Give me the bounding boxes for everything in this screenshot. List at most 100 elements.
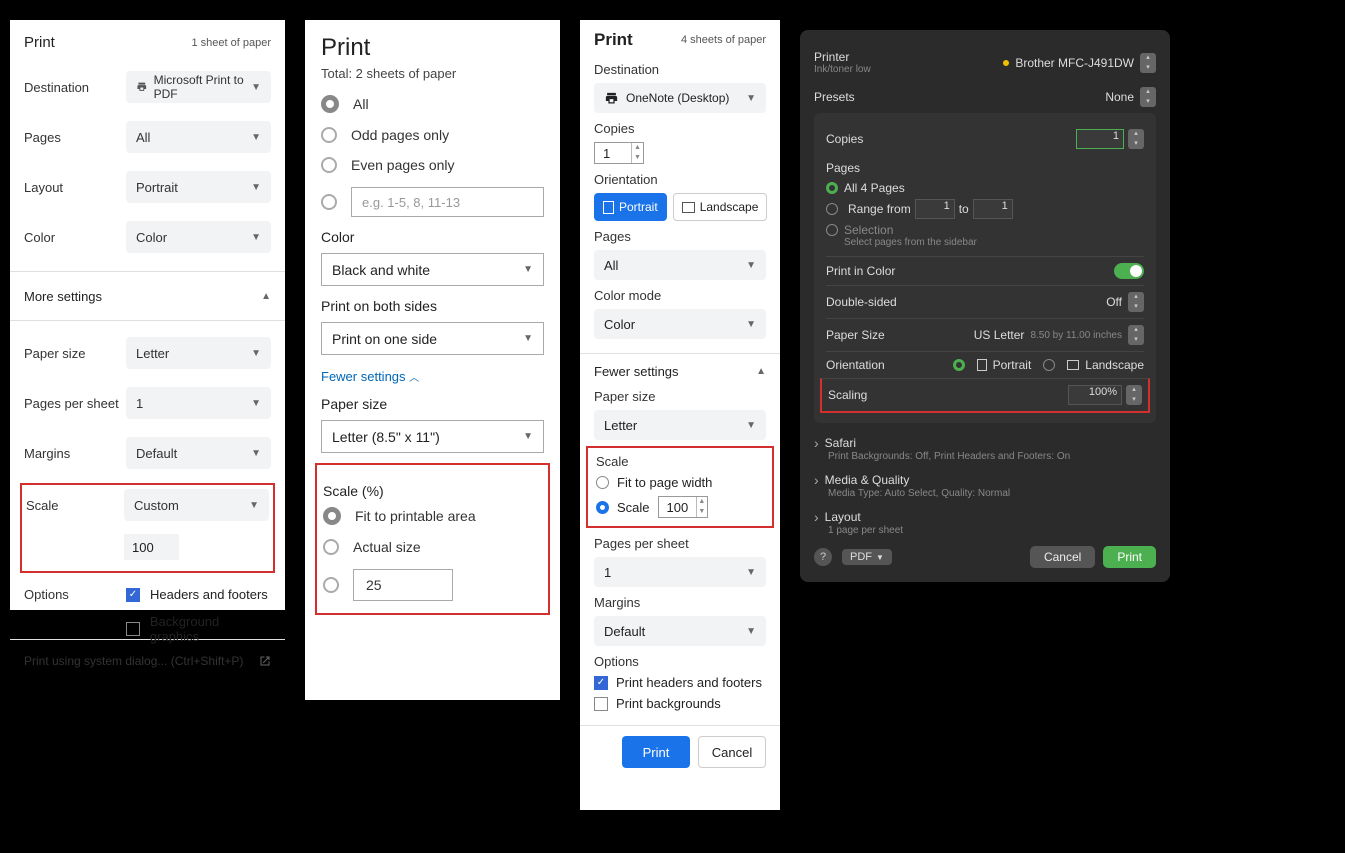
checkbox-checked-icon: ✓ [594, 676, 608, 690]
papersize-stepper[interactable]: ▴▾ [1128, 325, 1144, 345]
printer-stepper[interactable]: ▴▾ [1140, 53, 1156, 73]
print-title: Print [594, 30, 633, 50]
checkbox-checked-icon: ✓ [126, 588, 140, 602]
paper-size-dropdown[interactable]: Letter [126, 337, 271, 369]
pages-dropdown[interactable]: All [594, 250, 766, 280]
stepper-icon[interactable]: ▲▼ [631, 143, 643, 163]
pages-all-radio[interactable]: All 4 Pages [826, 181, 1144, 195]
print-button[interactable]: Print [622, 736, 690, 768]
stepper-icon[interactable]: ▲▼ [696, 497, 706, 517]
cancel-button[interactable]: Cancel [1030, 546, 1095, 568]
scale-actual-radio[interactable]: Actual size [323, 539, 542, 555]
fewer-settings-link[interactable]: Fewer settings ︿ [321, 369, 544, 384]
print-title: Print [321, 34, 544, 62]
pages-custom-radio[interactable]: e.g. 1-5, 8, 11-13 [321, 187, 544, 217]
pages-range-radio[interactable]: Range from 1 to 1 [826, 199, 1144, 219]
firefox-print-panel: Print 4 sheets of paper Destination OneN… [580, 20, 780, 810]
pages-odd-radio[interactable]: Odd pages only [321, 127, 544, 143]
presets-stepper[interactable]: ▴▾ [1140, 87, 1156, 107]
landscape-icon [682, 202, 695, 213]
color-toggle[interactable] [1114, 263, 1144, 279]
destination-dropdown[interactable]: Microsoft Print to PDF [126, 71, 271, 103]
pps-dropdown[interactable]: 1 [126, 387, 271, 419]
chevron-down-icon [251, 82, 261, 93]
chrome-print-panel: Print 1 sheet of paper Destination Micro… [10, 20, 285, 610]
bothsides-label: Print on both sides [321, 298, 544, 314]
copies-input[interactable]: 1 ▲▼ [594, 142, 644, 164]
pages-even-radio[interactable]: Even pages only [321, 157, 544, 173]
pdf-dropdown[interactable]: PDF▼ [842, 549, 892, 565]
scale-input[interactable]: 100 ▲▼ [658, 496, 708, 518]
print-button[interactable]: Print [1103, 546, 1156, 568]
chevron-down-icon [251, 348, 261, 359]
background-graphics-checkbox[interactable]: Background graphics [126, 614, 271, 644]
copies-label: Copies [594, 121, 766, 136]
pages-dropdown[interactable]: All [126, 121, 271, 153]
pps-dropdown[interactable]: 1 [594, 557, 766, 587]
printer-label: Printer [814, 50, 871, 64]
paper-size-label: Paper size [594, 389, 766, 404]
scale-input[interactable]: 100 [124, 534, 179, 560]
chevron-down-icon [251, 132, 261, 143]
scale-fit-radio[interactable]: Fit to printable area [323, 507, 542, 525]
scale-custom-radio[interactable]: Scale 100 ▲▼ [596, 496, 764, 518]
radio-icon [826, 203, 838, 215]
layout-dropdown[interactable]: Portrait [126, 171, 271, 203]
portrait-button[interactable]: Portrait [594, 193, 667, 221]
radio-icon [321, 157, 337, 173]
status-dot-icon [1003, 60, 1009, 66]
headers-footers-checkbox[interactable]: ✓ Headers and footers [126, 587, 271, 602]
margins-dropdown[interactable]: Default [594, 616, 766, 646]
scale-custom-radio[interactable]: 25 [323, 569, 542, 601]
landscape-icon [1067, 360, 1079, 370]
pages-all-radio[interactable]: All [321, 95, 544, 113]
fewer-settings-toggle[interactable]: Fewer settings [594, 354, 766, 389]
colormode-label: Color mode [594, 288, 766, 303]
chevron-down-icon [746, 93, 756, 104]
scale-dropdown[interactable]: Custom [124, 489, 269, 521]
copies-input[interactable]: 1 [1076, 129, 1124, 149]
doublesided-stepper[interactable]: ▴▾ [1128, 292, 1144, 312]
media-expander[interactable]: Media & Quality [814, 468, 1156, 488]
chevron-down-icon [251, 232, 261, 243]
paper-size-dropdown[interactable]: Letter (8.5" x 11") [321, 420, 544, 453]
range-to-input[interactable]: 1 [973, 199, 1013, 219]
sheet-count: 1 sheet of paper [191, 37, 271, 49]
destination-dropdown[interactable]: OneNote (Desktop) [594, 83, 766, 113]
chevron-down-icon [746, 319, 756, 330]
scale-fit-radio[interactable]: Fit to page width [596, 475, 764, 490]
landscape-button[interactable]: Landscape [673, 193, 768, 221]
copies-stepper[interactable]: ▴▾ [1128, 129, 1144, 149]
scaling-input[interactable]: 100% [1068, 385, 1122, 405]
layout-label: Layout [24, 180, 63, 195]
print-backgrounds-checkbox[interactable]: Print backgrounds [594, 696, 766, 711]
more-settings-toggle[interactable]: More settings [24, 280, 271, 312]
safari-expander[interactable]: Safari [814, 431, 1156, 451]
colormode-dropdown[interactable]: Color [594, 309, 766, 339]
paper-size-label: Paper size [24, 346, 85, 361]
bothsides-dropdown[interactable]: Print on one side [321, 322, 544, 355]
checkbox-empty-icon [126, 622, 140, 636]
color-dropdown[interactable]: Color [126, 221, 271, 253]
scale-custom-input[interactable]: 25 [353, 569, 453, 601]
layout-expander[interactable]: Layout [814, 505, 1156, 525]
help-button[interactable]: ? [814, 548, 832, 566]
selection-hint: Select pages from the sidebar [844, 237, 1144, 248]
system-dialog-link[interactable]: Print using system dialog... (Ctrl+Shift… [24, 648, 271, 674]
margins-label: Margins [24, 446, 70, 461]
chevron-down-icon [746, 260, 756, 271]
open-external-icon [259, 655, 271, 667]
scale-pct-label: Scale (%) [323, 483, 542, 499]
margins-dropdown[interactable]: Default [126, 437, 271, 469]
pages-selection-radio[interactable]: Selection [826, 223, 1144, 237]
scaling-stepper[interactable]: ▴▾ [1126, 385, 1142, 405]
pages-custom-input[interactable]: e.g. 1-5, 8, 11-13 [351, 187, 544, 217]
paper-size-dropdown[interactable]: Letter [594, 410, 766, 440]
cancel-button[interactable]: Cancel [698, 736, 766, 768]
radio-selected-icon [323, 507, 341, 525]
color-dropdown[interactable]: Black and white [321, 253, 544, 286]
print-title: Print [24, 34, 55, 51]
chevron-down-icon [746, 420, 756, 431]
headers-footers-checkbox[interactable]: ✓ Print headers and footers [594, 675, 766, 690]
range-from-input[interactable]: 1 [915, 199, 955, 219]
